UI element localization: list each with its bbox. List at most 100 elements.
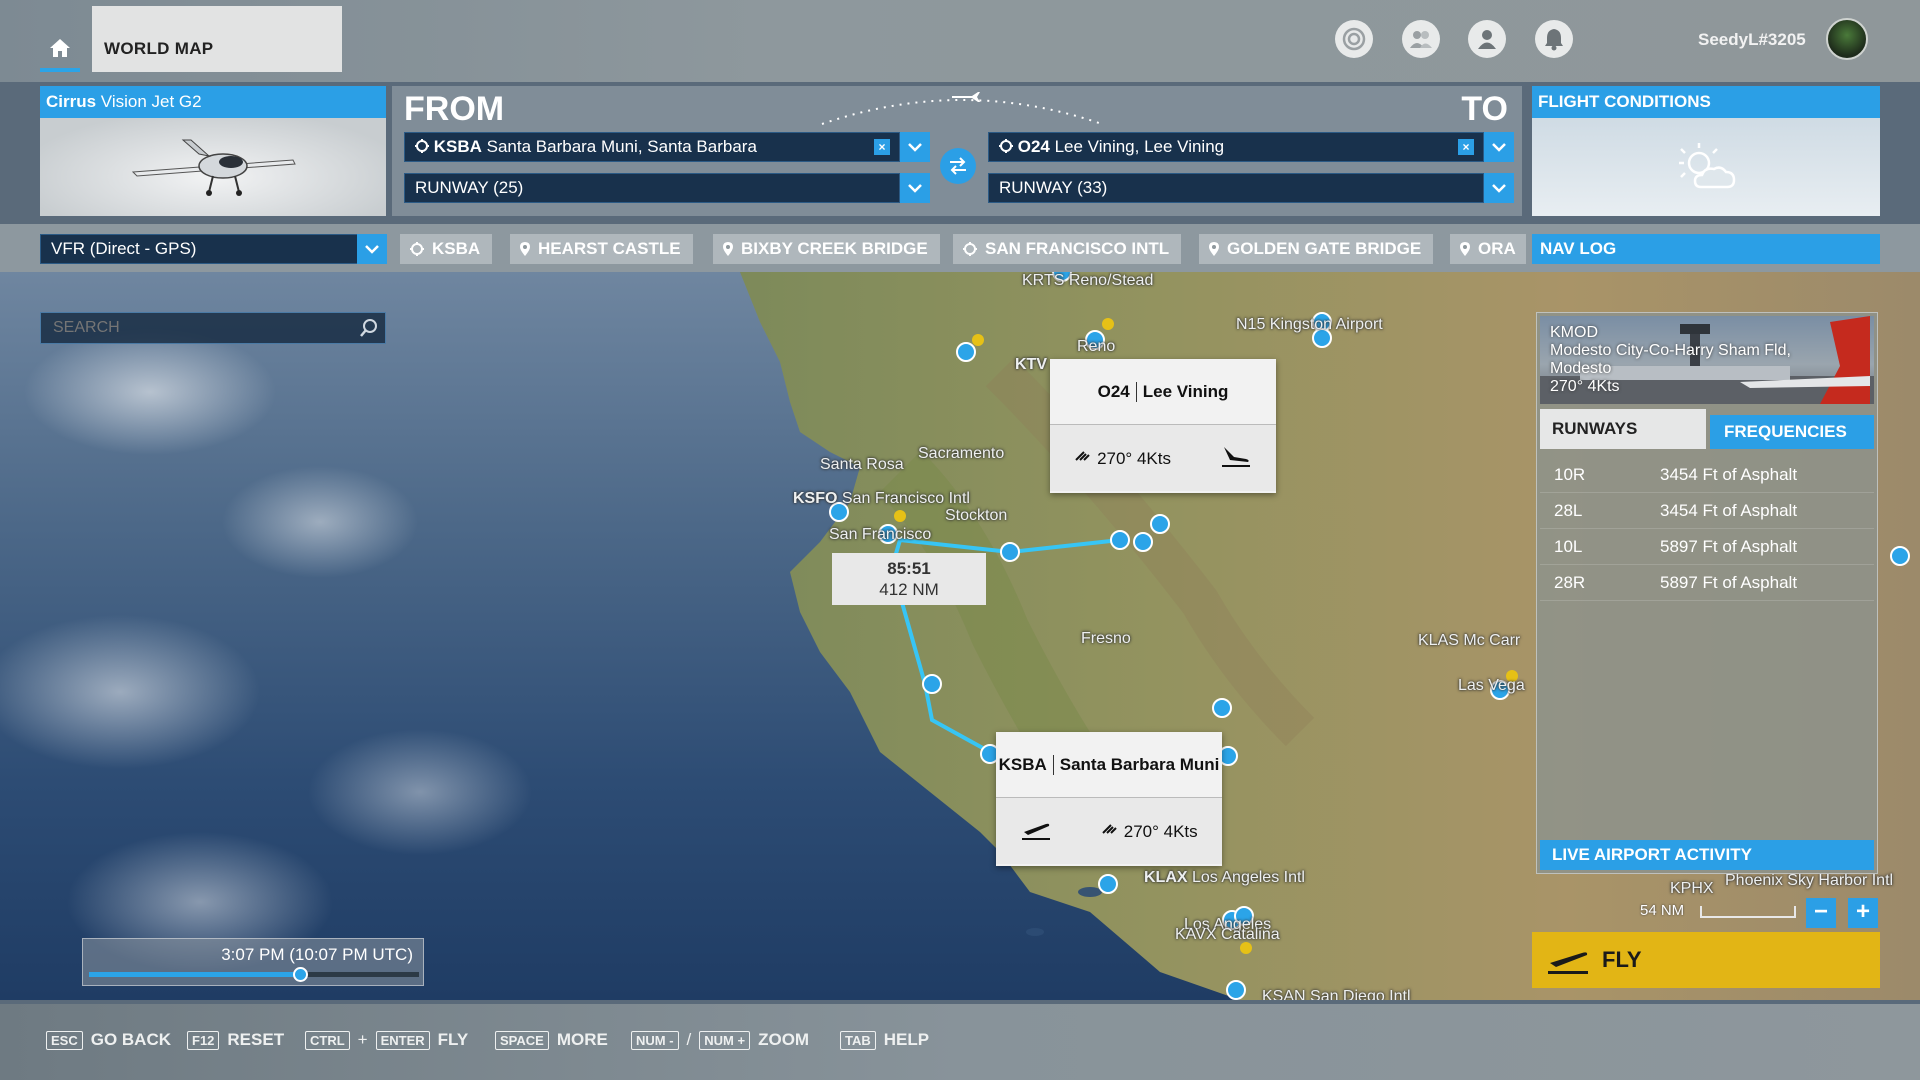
zoom-in-button[interactable]: + xyxy=(1848,898,1878,928)
waypoint-chip-bixby-creek-bridge[interactable]: BIXBY CREEK BRIDGE xyxy=(713,234,940,264)
search-input[interactable] xyxy=(41,313,341,343)
origin-airport-card[interactable]: KSBA Santa Barbara Muni 270° 4Kts xyxy=(996,732,1222,866)
nav-log-button[interactable]: NAV LOG xyxy=(1532,234,1880,264)
flight-plan-type-select[interactable]: VFR (Direct - GPS) xyxy=(40,234,387,264)
map-search xyxy=(40,312,386,344)
origin-card-wind: 270° 4Kts xyxy=(996,798,1222,864)
hint-help[interactable]: TAB HELP xyxy=(840,1030,929,1050)
aircraft-name: Cirrus Vision Jet G2 xyxy=(40,86,386,118)
waypoint-chip-ora[interactable]: ORA xyxy=(1450,234,1526,264)
key-f12: F12 xyxy=(187,1030,220,1050)
table-row[interactable]: 10L 5897 Ft of Asphalt xyxy=(1540,529,1874,565)
hint-reset[interactable]: F12 RESET xyxy=(187,1030,284,1050)
airport-info-panel: KMOD Modesto City-Co-Harry Sham Fld, Mod… xyxy=(1536,312,1878,874)
fly-button[interactable]: FLY xyxy=(1532,932,1880,988)
map-label-fresno: Fresno xyxy=(1081,630,1131,647)
map-label-las-vegas: Las Vega xyxy=(1458,677,1525,694)
progress-button[interactable] xyxy=(1335,20,1373,58)
profile-button[interactable] xyxy=(1468,20,1506,58)
map-label-ksan[interactable]: KSAN San Diego Intl xyxy=(1262,988,1411,1000)
aircraft-image xyxy=(40,118,386,216)
from-airport-field[interactable]: KSBA Santa Barbara Muni, Santa Barbara xyxy=(404,132,900,162)
hint-fly[interactable]: CTRL + ENTER FLY xyxy=(305,1030,468,1050)
waypoint-marker xyxy=(1098,874,1118,894)
bottom-hint-bar: ESC GO BACK F12 RESET CTRL + ENTER FLY S… xyxy=(0,1004,1920,1080)
search-icon[interactable] xyxy=(359,318,379,338)
home-icon xyxy=(50,39,70,57)
destination-card-wind: 270° 4Kts xyxy=(1050,425,1276,491)
pin-icon xyxy=(1460,242,1470,256)
map-label-ksfo[interactable]: KSFO San Francisco Intl xyxy=(793,490,970,508)
runway-id: 28R xyxy=(1554,572,1586,592)
waypoint-chip-golden-gate-bridge[interactable]: GOLDEN GATE BRIDGE xyxy=(1199,234,1434,264)
waypoint-marker xyxy=(1890,546,1910,566)
map-label-kphx[interactable]: KPHX xyxy=(1670,880,1714,898)
waypoint-marker xyxy=(1150,514,1170,534)
flight-plan-type-dropdown[interactable] xyxy=(357,234,387,264)
to-airport-field[interactable]: O24 Lee Vining, Lee Vining xyxy=(988,132,1484,162)
tab-runways[interactable]: RUNWAYS xyxy=(1540,409,1706,449)
to-airport-dropdown[interactable] xyxy=(1484,132,1514,162)
home-button[interactable] xyxy=(40,28,80,72)
to-runway-dropdown[interactable] xyxy=(1484,173,1514,203)
map-label-sacramento: Sacramento xyxy=(918,445,1005,462)
leg-distance: 412 NM xyxy=(879,580,939,599)
map-label-kavx[interactable]: KAVX Catalina xyxy=(1175,926,1280,944)
route-arc xyxy=(821,92,1103,125)
from-runway-field[interactable]: RUNWAY (25) xyxy=(404,173,900,203)
airport-icon xyxy=(963,242,977,256)
waypoint-bar: VFR (Direct - GPS) KSBA HEARST CASTLE BI… xyxy=(0,224,1920,272)
waypoint-marker xyxy=(1226,980,1246,1000)
waypoint-marker xyxy=(1000,542,1020,562)
table-row[interactable]: 10R 3454 Ft of Asphalt xyxy=(1540,457,1874,493)
top-bar: WORLD MAP SeedyL#3205 xyxy=(0,0,1920,82)
map-label-klax[interactable]: KLAX Los Angeles Intl xyxy=(1144,869,1305,887)
username[interactable]: SeedyL#3205 xyxy=(1698,30,1806,50)
table-row[interactable]: 28L 3454 Ft of Asphalt xyxy=(1540,493,1874,529)
airport-info-code: KMOD xyxy=(1550,324,1598,341)
waypoint-chip-san-francisco-intl[interactable]: SAN FRANCISCO INTL xyxy=(953,234,1182,264)
time-slider-fill xyxy=(89,972,301,977)
map-label-kingston[interactable]: N15 Kingston Airport xyxy=(1236,316,1383,334)
airport-info-city: Modesto xyxy=(1550,360,1612,377)
chevron-down-icon xyxy=(1492,143,1506,152)
hint-go-back[interactable]: ESC GO BACK xyxy=(46,1030,171,1050)
to-runway-field[interactable]: RUNWAY (33) xyxy=(988,173,1484,203)
origin-card-title: KSBA Santa Barbara Muni xyxy=(996,732,1222,798)
airport-info-text: KMOD Modesto City-Co-Harry Sham Fld, Mod… xyxy=(1550,324,1791,396)
waypoint-chip-hearst-castle[interactable]: HEARST CASTLE xyxy=(510,234,693,264)
from-clear-button[interactable]: × xyxy=(874,139,890,155)
hint-more[interactable]: SPACE MORE xyxy=(495,1030,608,1050)
map-label-reno-stead[interactable]: KRTS Reno/Stead xyxy=(1022,272,1153,290)
waypoint-chip-ksba[interactable]: KSBA xyxy=(400,234,493,264)
from-airport-dropdown[interactable] xyxy=(900,132,930,162)
zoom-out-button[interactable]: − xyxy=(1806,898,1836,928)
aircraft-selector[interactable]: Cirrus Vision Jet G2 xyxy=(40,86,386,216)
runway-desc: 3454 Ft of Asphalt xyxy=(1660,464,1798,484)
destination-airport-card[interactable]: O24 Lee Vining 270° 4Kts xyxy=(1050,359,1276,493)
swap-icon xyxy=(950,157,966,175)
swap-route-button[interactable] xyxy=(940,148,976,184)
avatar[interactable] xyxy=(1826,18,1868,60)
airport-info-name: Modesto City-Co-Harry Sham Fld, xyxy=(1550,342,1791,359)
airport-icon xyxy=(415,139,429,153)
airport-info-wind: 270° 4Kts xyxy=(1550,378,1620,395)
map-label-klas[interactable]: KLAS Mc Carr xyxy=(1418,632,1520,650)
from-runway-dropdown[interactable] xyxy=(900,173,930,203)
flight-conditions-panel[interactable]: FLIGHT CONDITIONS xyxy=(1532,86,1880,216)
friends-button[interactable] xyxy=(1402,20,1440,58)
live-airport-activity-button[interactable]: LIVE AIRPORT ACTIVITY xyxy=(1540,840,1874,870)
map-label-san-francisco: San Francisco xyxy=(829,526,932,543)
airport-icon xyxy=(410,242,424,256)
to-clear-button[interactable]: × xyxy=(1458,139,1474,155)
tab-world-map[interactable]: WORLD MAP xyxy=(92,6,342,72)
leg-info-box: 85:51 412 NM xyxy=(832,553,986,605)
time-slider-track[interactable] xyxy=(89,967,419,982)
time-slider-thumb[interactable] xyxy=(293,967,309,982)
tab-frequencies[interactable]: FREQUENCIES xyxy=(1710,415,1874,449)
table-row[interactable]: 28R 5897 Ft of Asphalt xyxy=(1540,565,1874,601)
alert-marker xyxy=(1102,318,1114,330)
notifications-button[interactable] xyxy=(1535,20,1573,58)
map-label-ktv[interactable]: KTV xyxy=(1015,356,1047,374)
hint-zoom[interactable]: NUM - / NUM + ZOOM xyxy=(631,1030,809,1050)
